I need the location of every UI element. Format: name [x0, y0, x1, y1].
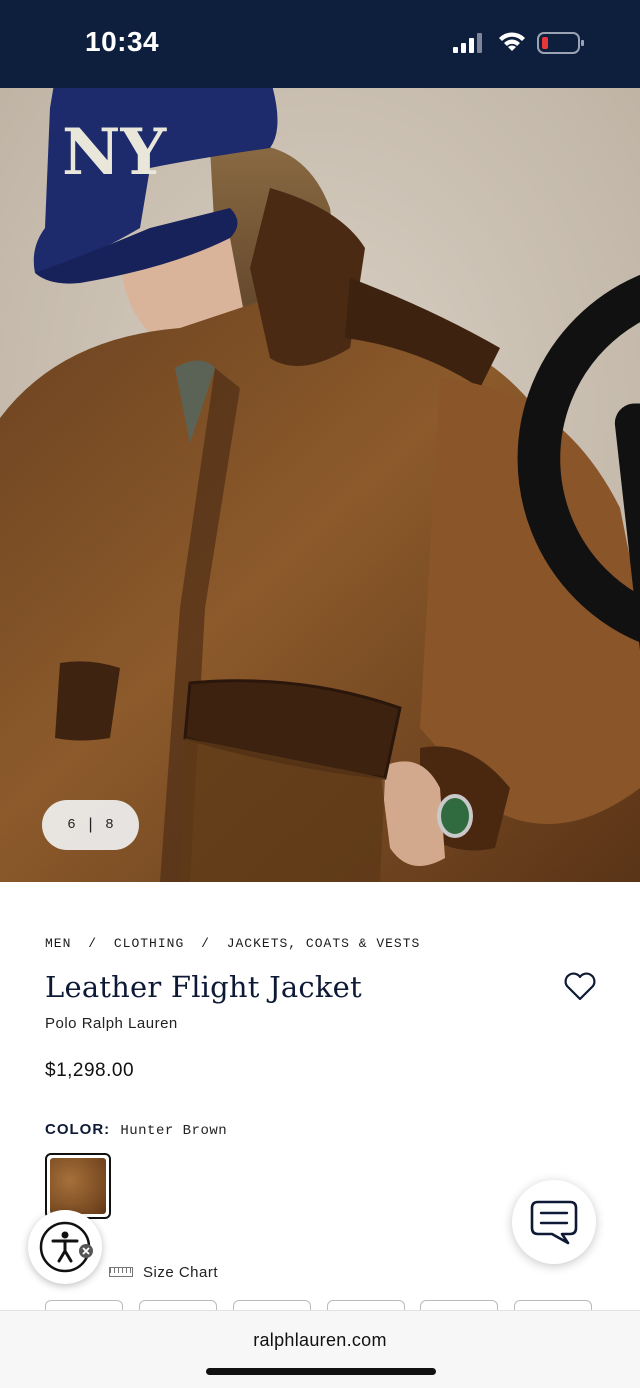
- breadcrumb-separator: /: [88, 936, 98, 951]
- breadcrumb-item-men[interactable]: MEN: [45, 936, 71, 951]
- color-swatch-fill: [50, 1158, 106, 1214]
- wishlist-heart-icon[interactable]: [563, 970, 597, 1002]
- ruler-icon: [109, 1267, 133, 1277]
- cellular-signal-icon: [453, 33, 482, 53]
- size-chart-link[interactable]: Size Chart: [143, 1264, 218, 1281]
- product-brand[interactable]: Polo Ralph Lauren: [45, 1015, 178, 1032]
- color-row: COLOR: Hunter Brown: [45, 1121, 227, 1139]
- breadcrumb: MEN / CLOTHING / JACKETS, COATS & VESTS: [45, 936, 428, 951]
- menu-icon[interactable]: [570, 115, 640, 882]
- browser-address-bar: ralphlauren.com: [0, 1310, 640, 1388]
- wifi-icon: [499, 32, 525, 51]
- accessibility-icon: [39, 1221, 93, 1273]
- image-counter: 6 | 8: [42, 800, 139, 850]
- color-label: COLOR:: [45, 1121, 111, 1138]
- image-counter-total: 8: [105, 817, 114, 833]
- chat-button[interactable]: [512, 1180, 596, 1264]
- breadcrumb-separator: /: [201, 936, 210, 951]
- image-counter-current: 6: [67, 817, 76, 833]
- product-image[interactable]: NY 6 | 8: [0, 88, 640, 882]
- product-price: $1,298.00: [45, 1060, 135, 1081]
- status-time: 10:34: [85, 26, 160, 57]
- status-bar: 10:34: [0, 0, 640, 88]
- color-value: Hunter Brown: [120, 1123, 228, 1139]
- breadcrumb-item-jackets[interactable]: JACKETS, COATS & VESTS: [227, 936, 421, 951]
- breadcrumb-item-clothing[interactable]: CLOTHING: [114, 936, 184, 951]
- chat-bubble-icon: [530, 1200, 578, 1245]
- product-title: Leather Flight Jacket: [45, 970, 362, 1004]
- svg-text:NY: NY: [62, 115, 168, 190]
- battery-low-icon: [537, 32, 584, 54]
- accessibility-button[interactable]: [28, 1210, 102, 1284]
- home-indicator[interactable]: [206, 1368, 436, 1375]
- image-counter-separator: |: [85, 816, 96, 834]
- browser-url[interactable]: ralphlauren.com: [0, 1330, 640, 1351]
